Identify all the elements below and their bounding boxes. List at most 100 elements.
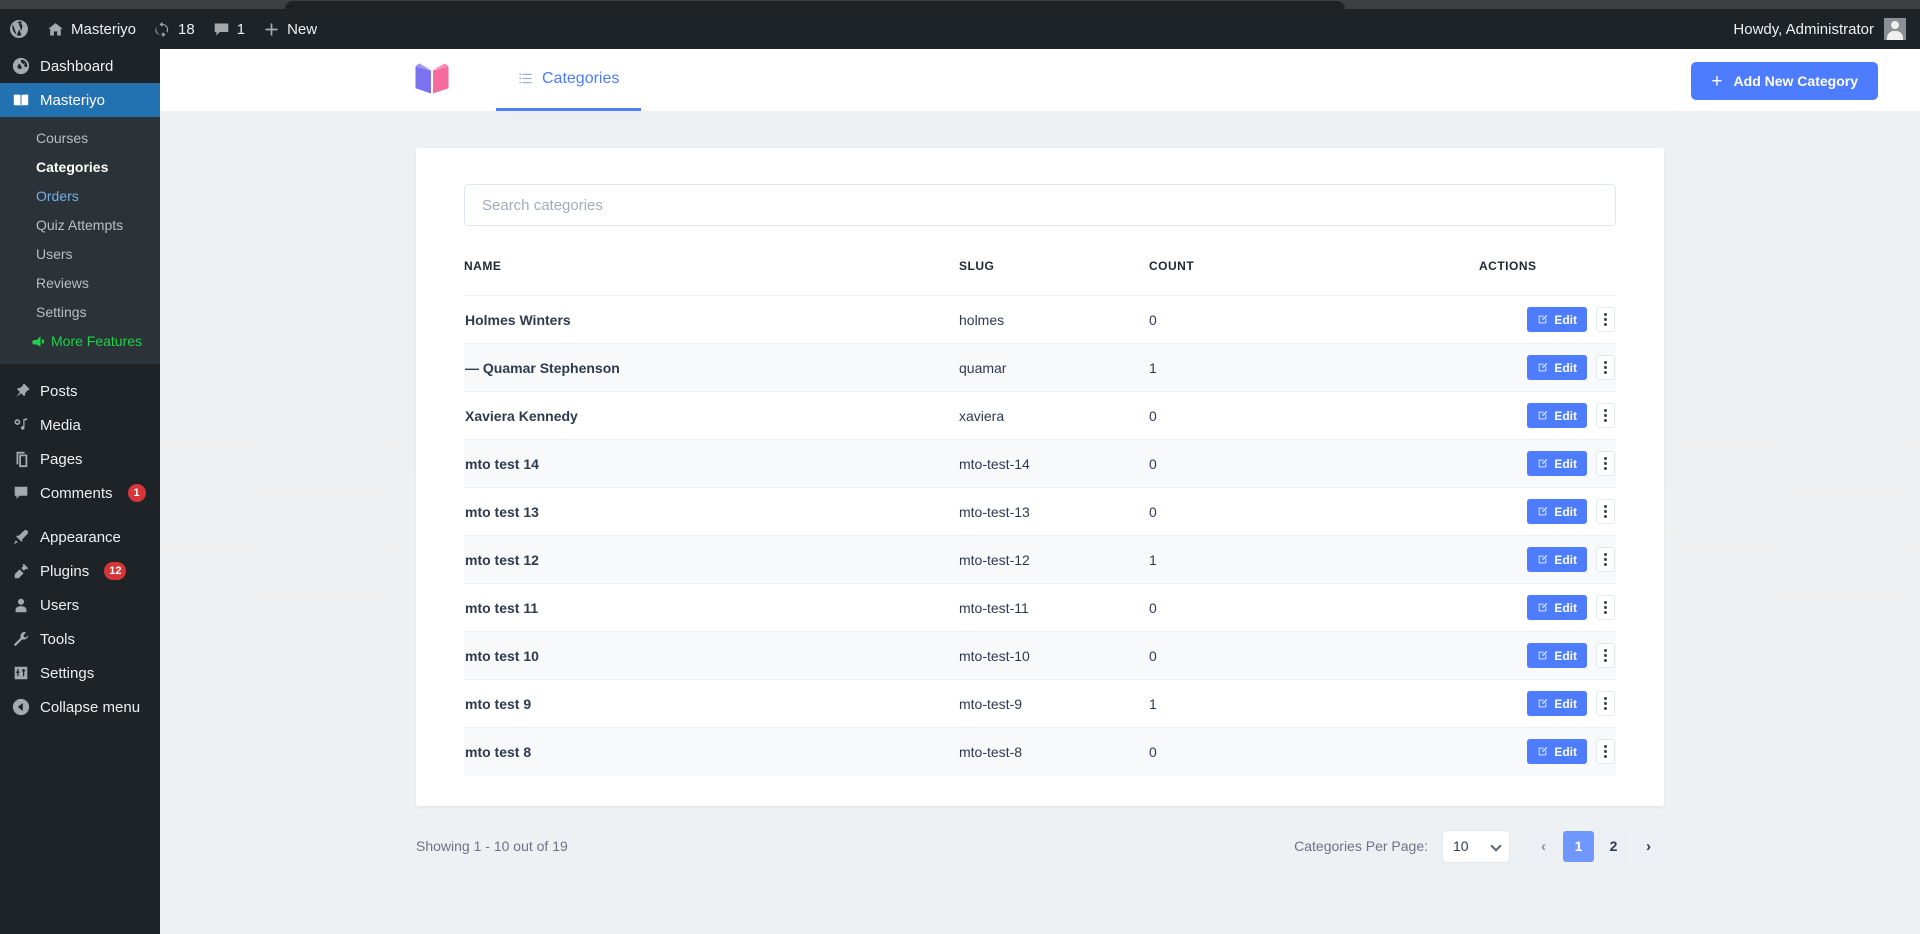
cell-slug: holmes [959, 295, 1149, 344]
sidebar-item-users[interactable]: Users [0, 588, 160, 622]
row-more-actions-button[interactable] [1596, 499, 1615, 524]
comments-menu[interactable]: 1 [204, 9, 254, 49]
sidebar-item-quiz-attempts[interactable]: Quiz Attempts [0, 211, 160, 240]
page-button-1[interactable]: 1 [1563, 830, 1594, 862]
sidebar-item-settings[interactable]: Settings [0, 656, 160, 690]
chevron-down-icon [1490, 839, 1502, 852]
table-row: — Quamar Stephenson quamar 1 Edit [464, 343, 1616, 392]
wordpress-logo-menu[interactable] [0, 9, 38, 49]
row-more-actions-button[interactable] [1596, 643, 1615, 668]
sidebar-item-comments[interactable]: Comments 1 [0, 476, 160, 510]
sidebar-item-collapse-menu[interactable]: Collapse menu [0, 690, 160, 724]
site-name-menu[interactable]: Masteriyo [38, 9, 145, 49]
edit-button[interactable]: Edit [1527, 499, 1587, 524]
edit-button[interactable]: Edit [1527, 403, 1587, 428]
dot [1604, 659, 1607, 662]
sidebar-label-masteriyo: Masteriyo [40, 91, 106, 109]
table-row: mto test 10 mto-test-10 0 Edit [464, 631, 1616, 680]
sidebar-item-categories[interactable]: Categories [0, 153, 160, 182]
row-more-actions-button[interactable] [1596, 403, 1615, 428]
new-content-menu[interactable]: New [254, 9, 326, 49]
row-more-actions-button[interactable] [1596, 739, 1615, 765]
cell-slug: mto-test-8 [959, 727, 1149, 776]
page-buttons: ‹ 1 2 › [1528, 830, 1664, 862]
app-header: Categories + Add New Category [160, 49, 1920, 111]
edit-button[interactable]: Edit [1527, 739, 1587, 765]
edit-label: Edit [1554, 552, 1577, 567]
row-more-actions-button[interactable] [1596, 691, 1615, 716]
sidebar-item-masteriyo-settings[interactable]: Settings [0, 298, 160, 327]
row-actions: Edit [1527, 499, 1615, 524]
per-page-select[interactable]: 10 [1442, 829, 1510, 863]
sidebar-item-reviews[interactable]: Reviews [0, 269, 160, 298]
table-row: mto test 12 mto-test-12 1 Edit [464, 535, 1616, 584]
cell-actions: Edit [1479, 583, 1616, 632]
sidebar-label-settings: Settings [40, 664, 95, 682]
row-more-actions-button[interactable] [1596, 355, 1615, 380]
row-more-actions-button[interactable] [1596, 595, 1615, 620]
row-actions: Edit [1527, 643, 1615, 668]
column-header-slug[interactable]: SLUG [959, 259, 1149, 296]
edit-button[interactable]: Edit [1527, 451, 1587, 476]
cell-count: 0 [1149, 439, 1479, 488]
table-row: mto test 11 mto-test-11 0 Edit [464, 583, 1616, 632]
edit-pencil-icon [1538, 747, 1548, 756]
cell-slug: quamar [959, 343, 1149, 392]
add-new-category-button[interactable]: + Add New Category [1691, 62, 1878, 100]
sidebar-item-pages[interactable]: Pages [0, 442, 160, 476]
page-button-2[interactable]: 2 [1598, 830, 1629, 862]
wp-admin-bar: Masteriyo 18 1 New Howdy, Administrator [0, 9, 1920, 49]
sidebar-item-more-features[interactable]: More Features [0, 327, 160, 356]
updates-menu[interactable]: 18 [145, 9, 204, 49]
column-header-name[interactable]: NAME [464, 259, 959, 296]
menu-separator-2 [0, 510, 160, 520]
account-menu[interactable]: Howdy, Administrator [1733, 18, 1920, 40]
cell-name: mto test 13 [464, 487, 959, 536]
row-more-actions-button[interactable] [1596, 451, 1615, 476]
brush-icon [11, 528, 31, 546]
sidebar-item-dashboard[interactable]: Dashboard [0, 49, 160, 83]
sidebar-item-plugins[interactable]: Plugins 12 [0, 554, 160, 588]
sidebar-item-orders[interactable]: Orders [0, 182, 160, 211]
row-actions: Edit [1527, 451, 1615, 476]
column-header-count[interactable]: COUNT [1149, 259, 1479, 296]
search-input[interactable] [464, 184, 1616, 226]
comment-bubble-icon [213, 21, 230, 38]
edit-button[interactable]: Edit [1527, 307, 1587, 332]
avatar [1884, 18, 1906, 40]
masteriyo-book-logo-icon [410, 60, 454, 100]
table-footer: Showing 1 - 10 out of 19 Categories Per … [416, 829, 1664, 863]
sidebar-item-masteriyo[interactable]: Masteriyo [0, 83, 160, 117]
row-more-actions-button[interactable] [1596, 307, 1615, 332]
sidebar-item-courses[interactable]: Courses [0, 124, 160, 153]
header-actions: + Add New Category [1691, 62, 1878, 100]
edit-button[interactable]: Edit [1527, 595, 1587, 620]
cell-name: Holmes Winters [464, 295, 959, 344]
edit-button[interactable]: Edit [1527, 691, 1587, 716]
edit-label: Edit [1554, 456, 1577, 471]
edit-button[interactable]: Edit [1527, 643, 1587, 668]
sidebar-item-posts[interactable]: Posts [0, 374, 160, 408]
sidebar-item-masteriyo-users[interactable]: Users [0, 240, 160, 269]
edit-pencil-icon [1538, 458, 1548, 468]
plugins-badge: 12 [104, 562, 127, 580]
next-page-button[interactable]: › [1633, 830, 1664, 862]
prev-page-button[interactable]: ‹ [1528, 830, 1559, 862]
cell-actions: Edit [1479, 727, 1616, 776]
edit-button[interactable]: Edit [1527, 547, 1587, 572]
sidebar-label-posts: Posts [40, 382, 78, 400]
dot [1604, 697, 1607, 700]
row-more-actions-button[interactable] [1596, 547, 1615, 572]
cell-name: mto test 8 [464, 727, 959, 776]
cell-name: mto test 11 [464, 583, 959, 632]
tab-categories[interactable]: Categories [496, 49, 642, 111]
sidebar-item-media[interactable]: Media [0, 408, 160, 442]
edit-label: Edit [1554, 312, 1577, 327]
masteriyo-app: Categories + Add New Category NAME SLUG … [160, 49, 1920, 934]
sidebar-label-pages: Pages [40, 450, 83, 468]
sidebar-item-tools[interactable]: Tools [0, 622, 160, 656]
sidebar-item-appearance[interactable]: Appearance [0, 520, 160, 554]
edit-button[interactable]: Edit [1527, 355, 1587, 380]
cell-slug: mto-test-9 [959, 679, 1149, 728]
per-page-value: 10 [1453, 838, 1469, 854]
